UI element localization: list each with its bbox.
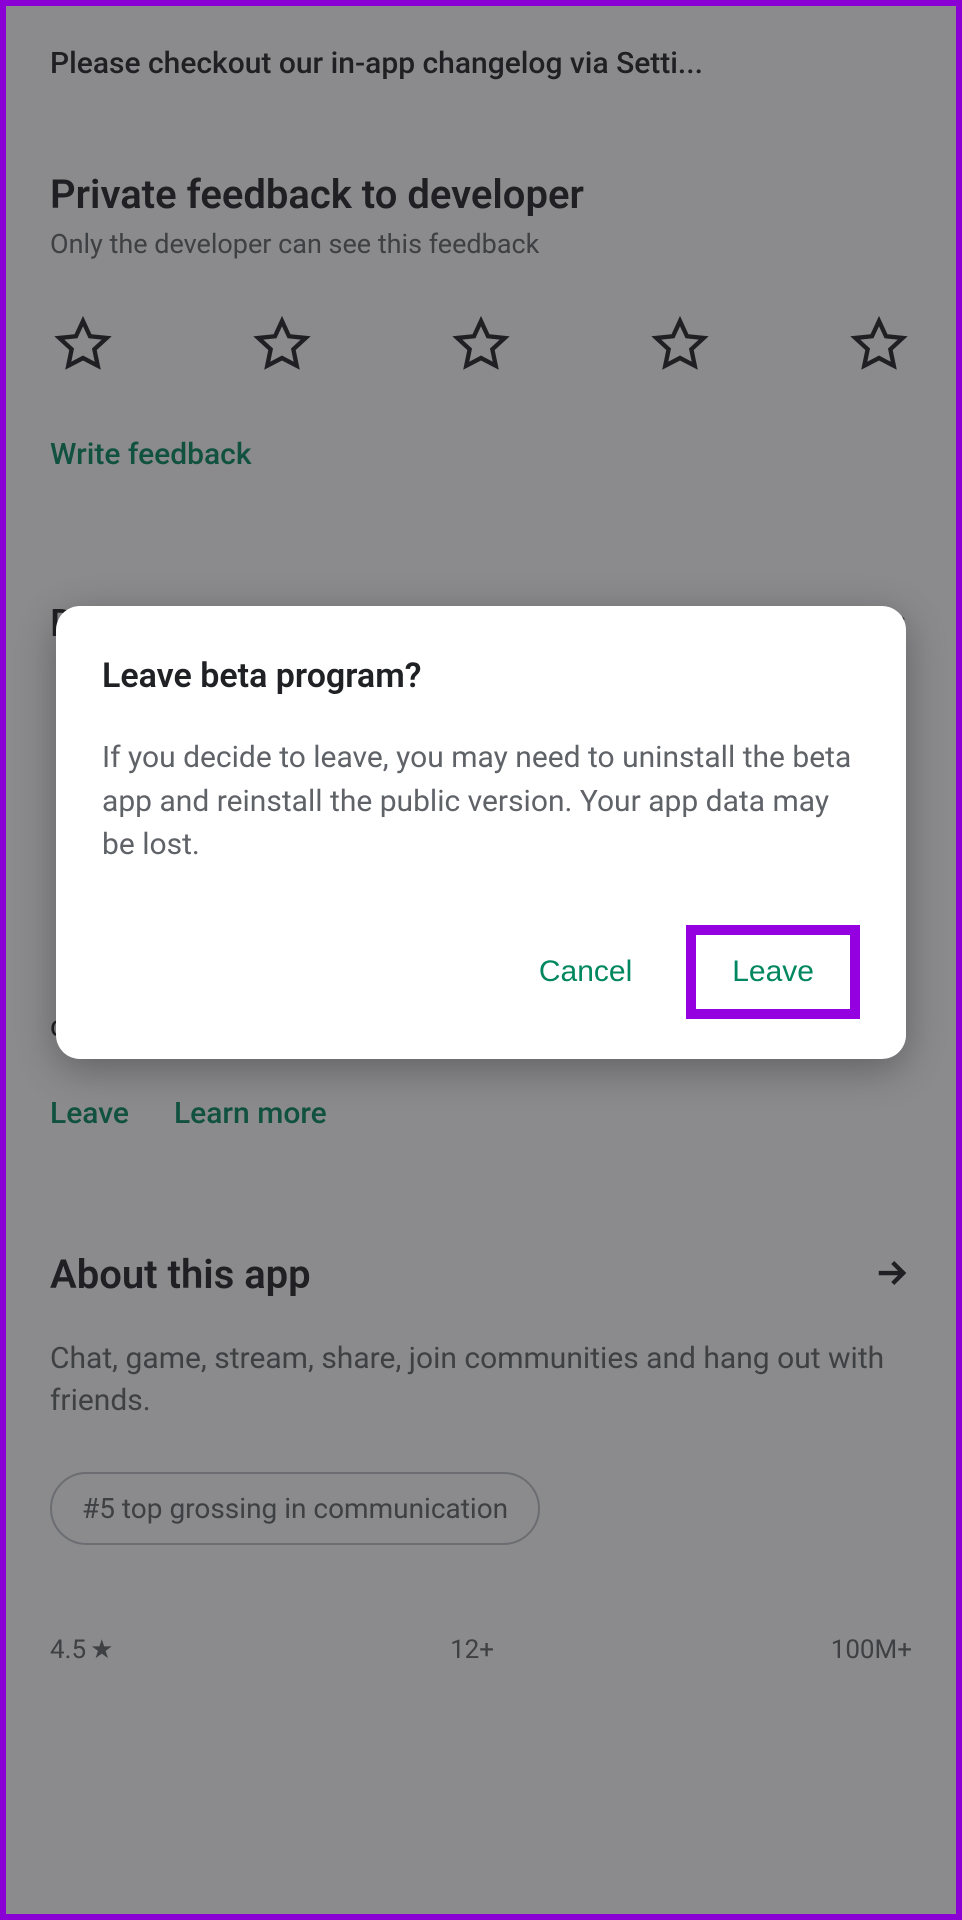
leave-beta-dialog: Leave beta program? If you decide to lea… — [56, 606, 906, 1059]
leave-button-highlight: Leave — [686, 925, 860, 1019]
dialog-title: Leave beta program? — [102, 656, 860, 696]
dialog-body: If you decide to leave, you may need to … — [102, 736, 860, 867]
cancel-button[interactable]: Cancel — [517, 941, 654, 1003]
viewport: Please checkout our in-app changelog via… — [0, 0, 962, 1920]
leave-button[interactable]: Leave — [710, 941, 836, 1003]
dialog-actions: Cancel Leave — [102, 925, 860, 1019]
